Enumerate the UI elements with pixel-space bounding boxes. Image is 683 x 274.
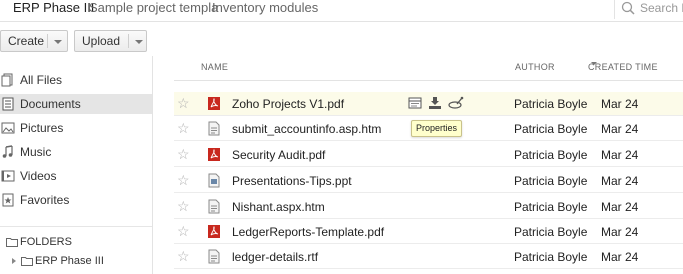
- tab-sample-project-template[interactable]: Sample project templa: [89, 0, 218, 15]
- all-files-icon: [1, 73, 13, 87]
- sidebar-item-all-files[interactable]: All Files: [0, 70, 152, 90]
- create-separator: [47, 34, 48, 48]
- table-row[interactable]: ☆ Nishant.aspx.htm Patricia Boyle Mar 24: [174, 195, 683, 219]
- music-icon: [2, 145, 13, 158]
- file-author: Patricia Boyle: [514, 250, 588, 264]
- file-author: Patricia Boyle: [514, 200, 588, 214]
- sidebar-item-music[interactable]: Music: [0, 142, 152, 162]
- file-author: Patricia Boyle: [514, 122, 588, 136]
- rtf-file-icon: [208, 249, 220, 264]
- file-date: Mar 24: [601, 200, 639, 214]
- star-icon[interactable]: ☆: [177, 249, 190, 263]
- row-actions: [408, 96, 468, 112]
- sidebar-item-label: Favorites: [20, 193, 70, 207]
- file-author: Patricia Boyle: [514, 148, 588, 162]
- folders-label: FOLDERS: [20, 236, 72, 248]
- file-list-header: NAME AUTHOR CREATED TIME: [174, 62, 683, 76]
- upload-separator: [128, 34, 129, 48]
- htm-file-icon: [208, 199, 220, 214]
- file-author: Patricia Boyle: [514, 174, 588, 188]
- star-icon[interactable]: ☆: [177, 173, 190, 187]
- sidebar-item-label: Music: [20, 145, 52, 159]
- column-author[interactable]: AUTHOR: [515, 62, 555, 72]
- file-date: Mar 24: [601, 97, 639, 111]
- file-date: Mar 24: [601, 122, 639, 136]
- search-box[interactable]: Search Pro: [614, 0, 683, 19]
- pdf-file-icon: [208, 97, 220, 110]
- file-name[interactable]: ledger-details.rtf: [232, 250, 318, 264]
- upload-button[interactable]: Upload: [74, 30, 147, 52]
- tab-inventory-modules[interactable]: Inventory modules: [212, 0, 318, 15]
- download-icon[interactable]: [428, 96, 442, 110]
- pictures-icon: [1, 122, 15, 134]
- file-name[interactable]: Security Audit.pdf: [232, 148, 325, 162]
- favorites-icon: [2, 193, 14, 207]
- star-icon[interactable]: ☆: [177, 199, 190, 213]
- share-icon[interactable]: [448, 96, 464, 110]
- file-name[interactable]: LedgerReports-Template.pdf: [232, 225, 384, 239]
- file-author: Patricia Boyle: [514, 225, 588, 239]
- search-icon: [621, 1, 635, 15]
- star-icon[interactable]: ☆: [177, 147, 190, 161]
- file-date: Mar 24: [601, 174, 639, 188]
- create-label: Create: [8, 34, 45, 48]
- file-name[interactable]: Presentations-Tips.ppt: [232, 174, 352, 188]
- table-row[interactable]: ☆ LedgerReports-Template.pdf Patricia Bo…: [174, 220, 683, 244]
- pdf-file-icon: [208, 148, 220, 161]
- table-row[interactable]: ☆ Security Audit.pdf Patricia Boyle Mar …: [174, 143, 683, 167]
- table-row[interactable]: ☆ Zoho Projects V1.pdf Patricia Boyle Ma…: [174, 92, 683, 116]
- file-date: Mar 24: [601, 225, 639, 239]
- sidebar: All Files Documents Pictures Music Video…: [0, 56, 153, 274]
- file-date: Mar 24: [601, 148, 639, 162]
- file-name[interactable]: Zoho Projects V1.pdf: [232, 97, 344, 111]
- sidebar-item-videos[interactable]: Videos: [0, 166, 152, 186]
- star-icon[interactable]: ☆: [177, 96, 190, 110]
- search-input[interactable]: Search Pro: [640, 1, 683, 15]
- chevron-down-icon[interactable]: [54, 40, 62, 44]
- table-row[interactable]: ☆ Presentations-Tips.ppt Patricia Boyle …: [174, 169, 683, 193]
- sidebar-item-label: All Files: [20, 73, 63, 87]
- file-author: Patricia Boyle: [514, 97, 588, 111]
- sidebar-item-label: Videos: [20, 169, 57, 183]
- ppt-file-icon: [208, 173, 220, 188]
- file-date: Mar 24: [601, 250, 639, 264]
- folder-icon: [6, 238, 18, 247]
- file-name[interactable]: submit_accountinfo.asp.htm: [232, 122, 381, 136]
- documents-icon: [2, 97, 14, 111]
- sidebar-item-label: Pictures: [20, 121, 64, 135]
- file-name[interactable]: Nishant.aspx.htm: [232, 200, 325, 214]
- tab-erp-phase-iii[interactable]: ERP Phase III: [13, 0, 94, 15]
- htm-file-icon: [208, 121, 220, 136]
- column-created-label: CREATED TIME: [588, 62, 658, 72]
- sidebar-item-documents[interactable]: Documents: [0, 94, 152, 114]
- top-bar: ERP Phase III Sample project templa Inve…: [0, 0, 683, 22]
- table-row[interactable]: ☆ ledger-details.rtf Patricia Boyle Mar …: [174, 245, 683, 269]
- folder-icon: [21, 257, 33, 266]
- sort-desc-icon: [591, 62, 597, 65]
- properties-tooltip: Properties: [411, 120, 463, 137]
- videos-icon: [1, 170, 15, 182]
- pdf-file-icon: [208, 225, 220, 238]
- properties-icon[interactable]: [408, 96, 422, 110]
- sidebar-item-label: Documents: [20, 97, 81, 111]
- star-icon[interactable]: ☆: [177, 121, 190, 135]
- star-icon[interactable]: ☆: [177, 224, 190, 238]
- column-name[interactable]: NAME: [201, 62, 228, 72]
- sidebar-divider: [0, 226, 152, 227]
- create-button[interactable]: Create: [0, 30, 68, 52]
- chevron-right-icon[interactable]: [12, 258, 16, 264]
- header-divider: [174, 80, 683, 81]
- upload-label: Upload: [82, 34, 121, 48]
- folder-tree-label: ERP Phase III: [35, 255, 104, 267]
- chevron-down-icon[interactable]: [135, 40, 143, 44]
- sidebar-item-pictures[interactable]: Pictures: [0, 118, 152, 138]
- sidebar-item-favorites[interactable]: Favorites: [0, 190, 152, 210]
